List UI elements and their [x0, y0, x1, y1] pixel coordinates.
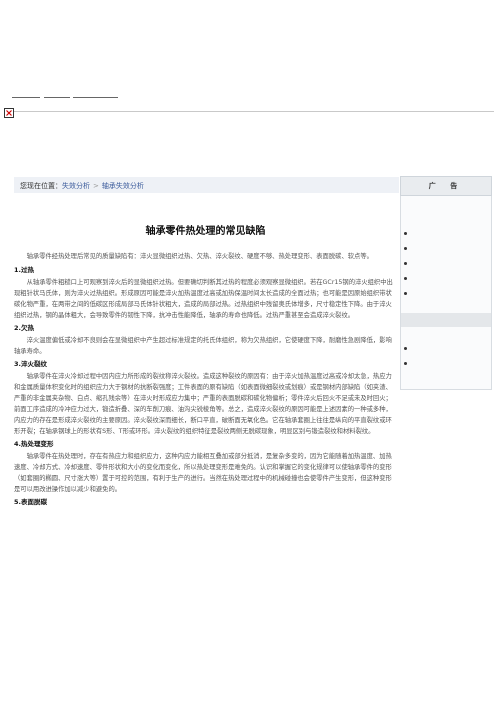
breadcrumb-separator: >: [93, 182, 99, 190]
section-body: 淬火温度偏低或冷却不良则会在显微组织中产生超过标准规定的托氏体组织，称为欠热组织…: [14, 337, 392, 355]
ad-list-item[interactable]: [401, 356, 491, 371]
top-divider-segment: [73, 97, 118, 98]
ad-list-item[interactable]: [401, 271, 491, 286]
ad-list-item[interactable]: [401, 226, 491, 241]
ad-list-item[interactable]: [401, 241, 491, 256]
ad-list-item[interactable]: [401, 286, 491, 301]
breadcrumb-prefix: 您现在位置：: [20, 182, 62, 190]
ad-list-item[interactable]: [401, 256, 491, 271]
top-divider-segment: [12, 97, 40, 98]
article-title: 轴承零件热处理的常见缺陷: [145, 226, 266, 237]
article-intro: 轴承零件经热处理后常见的质量缺陷有：淬火显微组织过热、欠热、淬火裂纹、硬度不够、…: [26, 253, 373, 260]
close-icon[interactable]: [4, 108, 14, 118]
top-divider-segment: [44, 97, 70, 98]
article: 轴承零件热处理的常见缺陷 轴承零件经热处理后常见的质量缺陷有：淬火显微组织过热、…: [14, 196, 397, 509]
ad-list-item[interactable]: [401, 341, 491, 356]
section-body: 从轴承零件粗糙口上可观察到淬火后的显微组织过热。但要确切判断其过热的程度必须观察…: [14, 279, 393, 319]
ad-sidebar-title: 广 告: [400, 176, 492, 196]
banner-rule: [14, 111, 494, 112]
breadcrumb-link[interactable]: 失效分析: [62, 182, 90, 190]
section-body: 轴承零件在热处理时，存在有热应力和组织应力，这种内应力能相互叠加或部分抵消，是复…: [14, 453, 392, 493]
section-heading: 5.表面脱碳: [14, 498, 47, 506]
section-heading: 2.欠热: [14, 324, 34, 332]
ad-divider: [401, 313, 491, 327]
section-heading: 3.淬火裂纹: [14, 360, 47, 368]
section-heading: 4.热处理变形: [14, 440, 54, 448]
section-heading: 1.过热: [14, 266, 34, 274]
section-body: 轴承零件在淬火冷却过程中因内应力所形成的裂纹称淬火裂纹。造成这种裂纹的原因有：由…: [14, 373, 392, 435]
breadcrumb: 您现在位置：失效分析 > 轴承失效分析: [20, 180, 396, 193]
breadcrumb-link[interactable]: 轴承失效分析: [102, 182, 144, 190]
ad-sidebar: 广 告: [400, 176, 492, 390]
